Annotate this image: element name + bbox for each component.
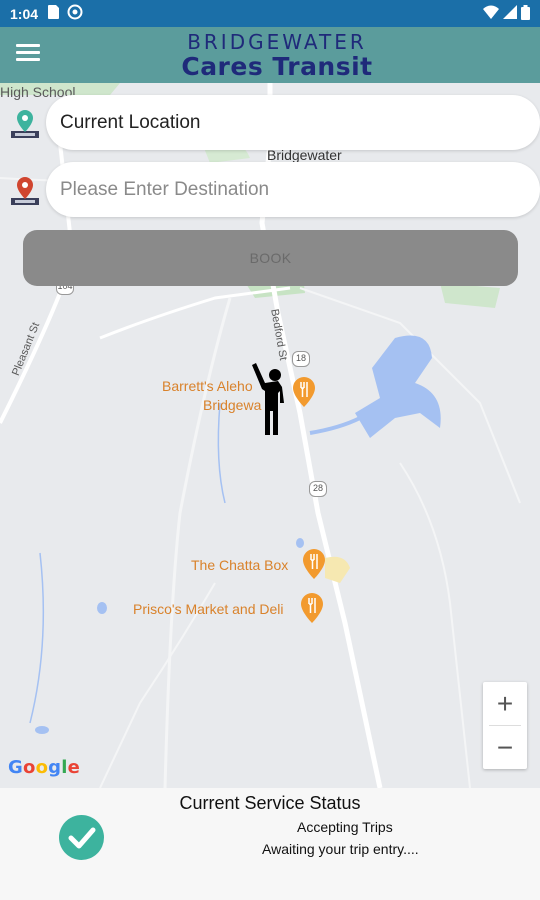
restaurant-pin-icon[interactable] bbox=[300, 593, 324, 623]
check-circle-icon bbox=[59, 815, 104, 860]
poi-label-chatta-box[interactable]: The Chatta Box bbox=[191, 556, 288, 575]
destination-location-icon bbox=[11, 175, 39, 205]
destination-input[interactable]: Please Enter Destination bbox=[46, 162, 540, 217]
signal-icon bbox=[503, 5, 517, 22]
system-status-bar: 1:04 bbox=[0, 0, 540, 27]
battery-icon bbox=[521, 4, 530, 23]
service-status-line1: Accepting Trips bbox=[297, 819, 393, 835]
route-shield-18: 18 bbox=[292, 351, 310, 367]
origin-location-icon bbox=[11, 108, 39, 138]
poi-label-barretts[interactable]: Barrett's Aleho bbox=[162, 377, 253, 396]
sim-card-icon bbox=[48, 5, 60, 22]
app-bar: BRIDGEWATER Cares Transit bbox=[0, 27, 540, 83]
restaurant-pin-icon[interactable] bbox=[302, 549, 326, 579]
status-time: 1:04 bbox=[10, 5, 39, 22]
origin-input[interactable]: Current Location bbox=[46, 95, 540, 150]
service-status-title: Current Service Status bbox=[179, 793, 361, 813]
status-icons bbox=[483, 4, 530, 23]
person-waving-icon bbox=[250, 363, 290, 438]
zoom-out-button[interactable]: − bbox=[483, 726, 527, 769]
service-status-line2: Awaiting your trip entry.... bbox=[262, 841, 419, 857]
book-button[interactable]: BOOK bbox=[23, 230, 518, 286]
zoom-controls: + − bbox=[483, 682, 527, 769]
zoom-in-button[interactable]: + bbox=[483, 682, 527, 725]
route-shield-28: 28 bbox=[309, 481, 327, 497]
poi-label-priscos[interactable]: Prisco's Market and Deli bbox=[133, 600, 284, 619]
google-logo: Google bbox=[8, 757, 81, 778]
sync-icon bbox=[67, 4, 83, 23]
wifi-icon bbox=[483, 5, 499, 22]
hamburger-menu-icon[interactable] bbox=[16, 44, 40, 64]
brand-bottom-text: Cares Transit bbox=[181, 52, 373, 81]
brand-top-text: BRIDGEWATER bbox=[187, 30, 367, 54]
restaurant-pin-icon[interactable] bbox=[292, 377, 316, 407]
app-brand: BRIDGEWATER Cares Transit bbox=[0, 27, 540, 81]
